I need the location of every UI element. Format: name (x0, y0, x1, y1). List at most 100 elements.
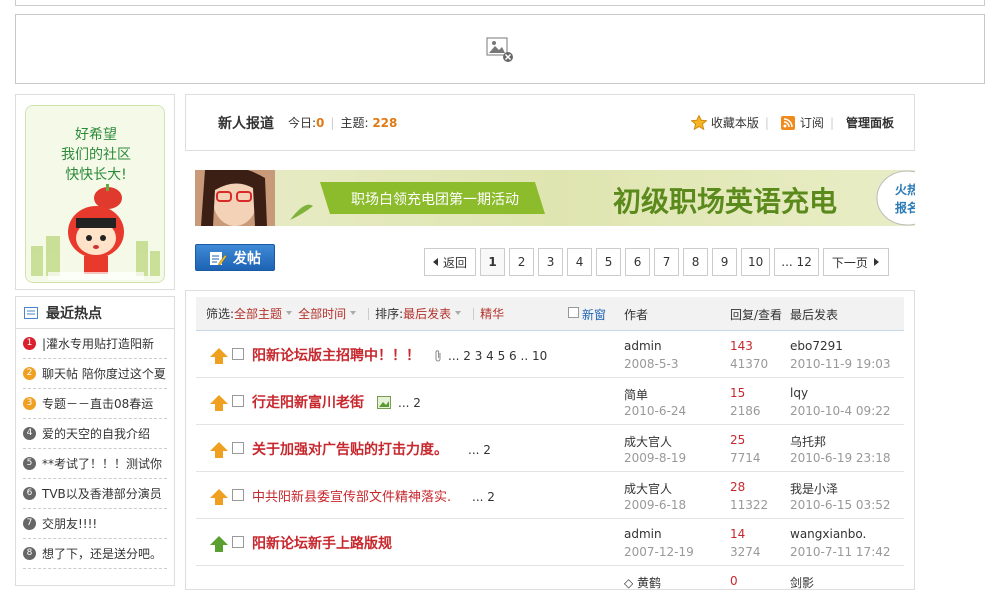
last-post-time[interactable]: 2010-7-11 17:42 (790, 545, 891, 559)
last-post-time[interactable]: 2010-6-15 03:52 (790, 498, 891, 512)
subscribe-button[interactable]: 订阅 (780, 114, 824, 131)
pager-next-button[interactable]: 下一页 (822, 248, 889, 276)
sort-label: 排序: (375, 307, 404, 321)
hot-item-link[interactable]: TVB以及香港部分演员 (42, 485, 162, 502)
chevron-down-icon (350, 310, 357, 315)
last-poster[interactable]: ebo7291 (790, 339, 843, 353)
new-window-checkbox[interactable] (568, 307, 579, 318)
thread-checkbox[interactable] (232, 442, 244, 454)
thread-pages[interactable]: ... 2 (468, 443, 491, 457)
page-link[interactable]: 7 (654, 248, 680, 276)
thread-checkbox[interactable] (232, 536, 244, 548)
thread-views: 41370 (730, 357, 769, 371)
thread-checkbox[interactable] (232, 489, 244, 501)
svg-text:快快长大!: 快快长大! (65, 167, 127, 183)
filter-all-time[interactable]: 全部时间 (298, 305, 346, 322)
hot-item[interactable]: 3 专题－－直击08春运 (23, 389, 167, 419)
thread-row: 阳新论坛新手上路版规 admin 2007-12-19 14 3274 wang… (196, 519, 904, 566)
thread-pages[interactable]: ... 2 3 4 5 6 .. 10 (448, 349, 547, 363)
thread-title[interactable]: 阳新论坛版主招聘中！！！ (252, 345, 420, 365)
rank-badge: 5 (23, 457, 36, 470)
divider (473, 307, 475, 320)
today-value: 0 (316, 116, 325, 130)
rank-badge: 3 (23, 397, 36, 410)
hot-item-link[interactable]: 专题－－直击08春运 (42, 395, 153, 412)
thread-title[interactable]: 行走阳新富川老街 (252, 392, 364, 412)
thread-checkbox[interactable] (232, 395, 244, 407)
pager-back-button[interactable]: 返回 (424, 248, 477, 276)
filter-all-topics[interactable]: 全部主题 (234, 305, 282, 322)
thread-author[interactable]: 成大官人 (624, 480, 672, 497)
page-link[interactable]: 5 (596, 248, 622, 276)
thread-views: 3274 (730, 545, 761, 559)
pager-next-label: 下一页 (831, 255, 868, 270)
last-post-time[interactable]: 2010-6-19 23:18 (790, 451, 891, 465)
thread-author[interactable]: ◇ 黄鹤 (624, 574, 661, 591)
new-window-label[interactable]: 新窗 (582, 306, 606, 323)
thread-pages[interactable]: ... 2 (472, 490, 495, 504)
thread-title[interactable]: 关于加强对广告贴的打击力度。 (252, 439, 448, 459)
page-link-current[interactable]: 1 (480, 248, 506, 276)
page-link[interactable]: 6 (625, 248, 651, 276)
hot-item[interactable]: 1 |灌水专用贴打造阳新 (23, 329, 167, 359)
last-poster[interactable]: 剑影 (790, 574, 814, 591)
favorite-button[interactable]: 收藏本版 (690, 114, 759, 131)
page-link[interactable]: 4 (567, 248, 593, 276)
last-poster[interactable]: lqy (790, 386, 808, 400)
thread-views: 2186 (730, 404, 761, 418)
hot-item-link[interactable]: 交朋友!!!! (42, 515, 97, 532)
page-link[interactable]: 3 (538, 248, 564, 276)
thread-title[interactable]: 中共阳新县委宣传部文件精神落实. (252, 486, 451, 505)
sort-select[interactable]: 最后发表 (403, 305, 451, 322)
rank-badge: 1 (23, 337, 36, 350)
pager-back-label: 返回 (443, 255, 468, 270)
page-link[interactable]: 8 (683, 248, 709, 276)
thread-author[interactable]: 成大官人 (624, 433, 672, 450)
page-link[interactable]: 10 (741, 248, 771, 276)
thread-author[interactable]: admin (624, 527, 662, 541)
favorite-label: 收藏本版 (710, 116, 759, 130)
community-mascot-box: 好希望 我们的社区 快快长大! (15, 94, 175, 290)
hot-item-link[interactable]: 想了下，还是送分吧。 (42, 545, 162, 562)
last-poster[interactable]: 我是小泽 (790, 480, 838, 497)
thread-author[interactable]: 简单 (624, 386, 648, 403)
hot-item[interactable]: 5 **考试了！！！测试你 (23, 449, 167, 479)
hot-item[interactable]: 7 交朋友!!!! (23, 509, 167, 539)
divider: | (330, 115, 335, 130)
thread-date: 2009-6-18 (624, 498, 687, 512)
thread-date: 2007-12-19 (624, 545, 694, 559)
rank-badge: 6 (23, 487, 36, 500)
thread-checkbox[interactable] (232, 348, 244, 360)
hot-item-link[interactable]: |灌水专用贴打造阳新 (42, 335, 154, 352)
thread-row: 行走阳新富川老街 ... 2 简单 2010-6-24 15 2186 lqy … (196, 378, 904, 425)
thread-replies: 15 (730, 386, 746, 400)
rank-badge: 2 (23, 367, 36, 380)
hot-item[interactable]: 6 TVB以及香港部分演员 (23, 479, 167, 509)
last-poster[interactable]: wangxianbo. (790, 527, 866, 541)
thread-table-header: 筛选: 全部主题 全部时间 排序: 最后发表 精华 新窗 作者 回复/查看 最后… (196, 297, 904, 331)
thread-pages[interactable]: ... 2 (398, 396, 421, 410)
hot-item-link[interactable]: **考试了！！！测试你 (42, 455, 162, 472)
thread-row: 中共阳新县委宣传部文件精神落实. ... 2 成大官人 2009-6-18 28… (196, 472, 904, 519)
hot-item[interactable]: 2 聊天帖 陪你度过这个夏 (23, 359, 167, 389)
digest-filter[interactable]: 精华 (480, 305, 504, 322)
hot-item-link[interactable]: 爱的天空的自我介绍 (42, 425, 150, 442)
recent-hot-label: 最近热点 (46, 305, 102, 322)
chevron-right-icon (873, 258, 879, 266)
thread-title[interactable]: 阳新论坛新手上路版规 (252, 533, 392, 553)
last-post-time[interactable]: 2010-11-9 19:03 (790, 357, 891, 371)
admin-panel-link[interactable]: 管理面板 (846, 114, 894, 131)
hot-item[interactable]: 8 想了下，还是送分吧。 (23, 539, 167, 569)
hot-item[interactable]: 4 爱的天空的自我介绍 (23, 419, 167, 449)
page-link[interactable]: 9 (712, 248, 738, 276)
ad-left-text: 职场白领充电团第一期活动 (351, 191, 519, 208)
page-link[interactable]: 2 (509, 248, 535, 276)
new-post-button[interactable]: 发帖 (195, 244, 275, 271)
hot-item-link[interactable]: 聊天帖 陪你度过这个夏 (42, 365, 166, 382)
svg-text:好希望: 好希望 (75, 127, 117, 143)
last-poster[interactable]: 乌托邦 (790, 433, 826, 450)
last-post-time[interactable]: 2010-10-4 09:22 (790, 404, 891, 418)
ad-banner[interactable]: 职场白领充电团第一期活动 初级职场英语充电 火热 报名 (195, 170, 915, 226)
thread-author[interactable]: admin (624, 339, 662, 353)
page-link-last[interactable]: ... 12 (774, 248, 819, 276)
